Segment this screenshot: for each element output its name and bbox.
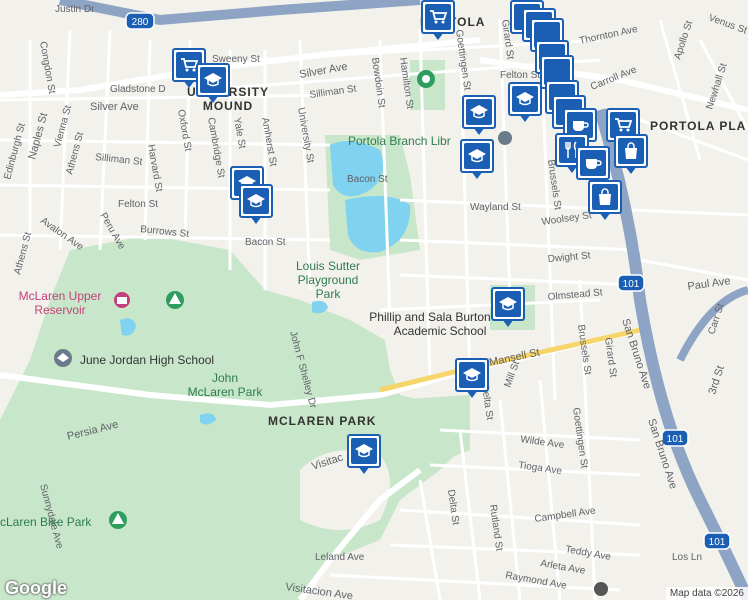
school-icon <box>468 149 486 163</box>
street-label-leland: Leland Ave <box>315 552 365 563</box>
svg-text:101: 101 <box>667 434 684 445</box>
place-label-mclaren-park: MCLAREN PARK <box>268 414 376 428</box>
place-label-john-mclaren-1: John <box>212 371 238 385</box>
street-label-los: Los Ln <box>672 552 702 563</box>
marker-school-1[interactable] <box>196 63 230 105</box>
marker-bag-1[interactable] <box>614 134 648 176</box>
reservoir-camera-icon <box>114 292 130 308</box>
school-icon <box>499 297 517 311</box>
marker-school-8[interactable] <box>455 358 489 400</box>
marker-bag-2[interactable] <box>588 180 622 222</box>
street-label-gladstone: Gladstone D <box>110 84 166 95</box>
street-label-justin: Justin Dr <box>55 4 95 15</box>
place-label-portola-library: Portola Branch Libr <box>348 134 451 148</box>
place-label-louis-sutter-2: Playground <box>298 273 359 287</box>
hwy-101-shield-c: 101 <box>703 532 731 550</box>
portola-park-tree-icon <box>417 70 435 88</box>
map-canvas[interactable]: 280 101 101 101 Justin Dr Sweeny St Glad… <box>0 0 748 600</box>
place-label-john-mclaren-2: McLaren Park <box>188 385 264 399</box>
hood-label-portola-place: PORTOLA PLA <box>650 119 746 133</box>
school-icon <box>516 92 534 106</box>
school-icon <box>204 73 222 87</box>
marker-cart-top[interactable] <box>421 0 455 42</box>
street-label-bacon-e: Bacon St <box>347 174 388 185</box>
marker-school-5[interactable] <box>460 139 494 181</box>
cafe-icon <box>573 121 589 131</box>
place-label-burton-2: Academic School <box>394 324 487 338</box>
library-icon <box>498 131 512 145</box>
svg-text:280: 280 <box>132 17 149 28</box>
svg-text:101: 101 <box>709 537 726 548</box>
place-label-mclaren-reservoir-2: Reservoir <box>34 303 85 317</box>
place-label-mclaren-reservoir-1: McLaren Upper <box>19 289 102 303</box>
place-label-bike-park: cLaren Bike Park <box>0 515 92 529</box>
school-icon <box>470 105 488 119</box>
school-icon <box>355 444 373 458</box>
transit-icon <box>594 582 608 596</box>
place-label-june-jordan: June Jordan High School <box>80 353 214 367</box>
bag-icon <box>599 188 611 205</box>
park-tree-icon <box>166 291 184 309</box>
hwy-280-shield: 280 <box>125 12 155 30</box>
june-jordan-school-icon <box>54 349 72 367</box>
marker-school-7[interactable] <box>491 287 525 329</box>
map-attribution[interactable]: Map data ©2026 <box>665 587 748 600</box>
cafe-icon <box>586 159 602 169</box>
street-label-silver-w: Silver Ave <box>90 101 139 113</box>
marker-school-9[interactable] <box>347 434 381 476</box>
marker-school-3[interactable] <box>239 184 273 226</box>
street-label-wayland: Wayland St <box>470 202 521 213</box>
school-icon <box>463 368 481 382</box>
hwy-101-shield-a: 101 <box>617 274 645 292</box>
cart-icon <box>615 118 633 132</box>
place-label-burton-1: Phillip and Sala Burton <box>369 310 490 324</box>
bag-icon <box>625 142 637 159</box>
bike-park-tree-icon <box>109 511 127 529</box>
street-label-bacon-w: Bacon St <box>245 237 286 248</box>
school-icon <box>247 194 265 208</box>
svg-text:101: 101 <box>623 279 640 290</box>
marker-school-6[interactable] <box>508 82 542 124</box>
street-label-felton-w: Felton St <box>118 199 158 210</box>
marker-school-4[interactable] <box>462 95 496 137</box>
google-logo: Google <box>5 578 67 598</box>
place-label-louis-sutter-3: Park <box>316 287 342 301</box>
cart-icon <box>430 10 448 24</box>
place-label-louis-sutter-1: Louis Sutter <box>296 259 360 273</box>
